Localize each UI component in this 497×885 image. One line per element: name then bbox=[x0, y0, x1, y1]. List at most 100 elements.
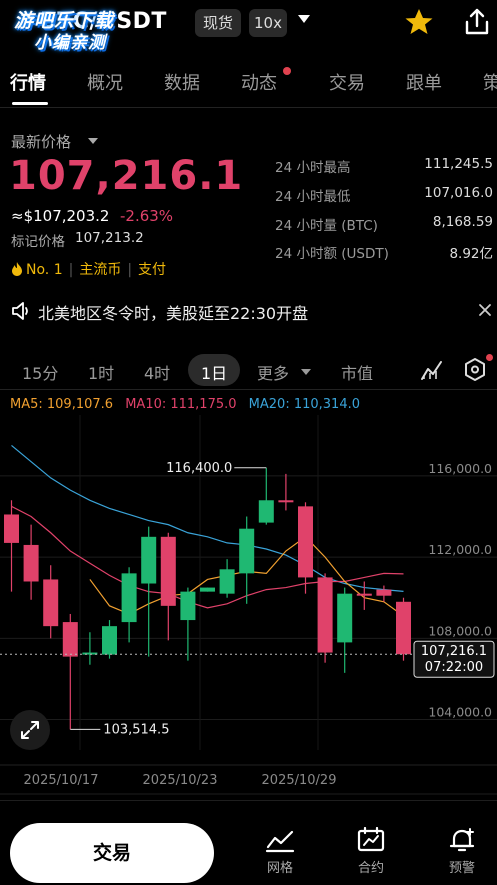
current-time-label: 07:22:00 bbox=[425, 660, 483, 675]
mark-price-label: 标记价格 bbox=[11, 234, 65, 250]
x-tick-label: 2025/10/17 bbox=[24, 773, 99, 788]
stat-volume-value: 8,168.59 bbox=[432, 214, 493, 230]
interval-bar: 15分 1时 4时 1日 更多 市值 bbox=[0, 350, 497, 390]
watermark: 游吧乐下载 小编亲测 bbox=[14, 10, 114, 54]
market-cap-toggle[interactable]: 市值 bbox=[341, 360, 373, 384]
fire-icon bbox=[12, 262, 22, 276]
bottom-action-bar: 交易 网格 合约 预警 bbox=[0, 800, 497, 885]
futures-icon bbox=[357, 827, 385, 852]
watermark-line2: 小编亲测 bbox=[34, 33, 106, 53]
candle-body bbox=[4, 514, 19, 543]
grid-strategy-icon bbox=[265, 830, 295, 853]
candle-body bbox=[376, 589, 392, 596]
tab-strategy[interactable]: 策 bbox=[483, 69, 497, 95]
tab-trade[interactable]: 交易 bbox=[329, 69, 365, 95]
candle-body bbox=[239, 528, 255, 574]
price-alert-label: 预警 bbox=[448, 861, 475, 876]
active-tab-indicator bbox=[12, 102, 48, 105]
candle-body bbox=[337, 593, 353, 643]
chart-settings-icon[interactable] bbox=[463, 357, 487, 383]
y-tick-label: 104,000.0 bbox=[428, 705, 492, 720]
candle-body bbox=[43, 579, 59, 627]
mark-price: 107,213.2 bbox=[75, 230, 144, 246]
settings-notification-dot bbox=[486, 354, 493, 361]
close-icon[interactable] bbox=[478, 303, 492, 317]
y-tick-label: 116,000.0 bbox=[428, 461, 492, 476]
main-tabs: 行情 概况 数据 动态 交易 跟单 策 bbox=[0, 58, 497, 108]
tab-overview[interactable]: 概况 bbox=[87, 69, 123, 95]
interval-15m[interactable]: 15分 bbox=[22, 360, 58, 384]
stat-low-label: 24 小时最低 bbox=[275, 189, 351, 205]
price-summary: 最新价格 107,216.1 ≈$107,203.2 -2.63% 标记价格 1… bbox=[0, 125, 497, 285]
market-type-badge[interactable]: 现货 bbox=[195, 9, 241, 37]
candle-body bbox=[121, 573, 137, 623]
stat-turnover-label: 24 小时额 (USDT) bbox=[275, 246, 389, 262]
star-icon[interactable] bbox=[404, 7, 434, 37]
candle-body bbox=[298, 506, 313, 578]
latest-price-label[interactable]: 最新价格 bbox=[11, 131, 71, 152]
alert-bell-icon bbox=[449, 828, 475, 852]
candlestick-chart[interactable]: 116,000.0 112,000.0 108,000.0 104,000.0 116,… bbox=[0, 415, 497, 795]
candle-body bbox=[258, 500, 274, 523]
high-marker-label: 116,400.0 bbox=[166, 461, 232, 476]
latest-price-dropdown-icon[interactable] bbox=[88, 138, 98, 144]
ma10-label: MA10: 111,175.0 bbox=[125, 397, 237, 412]
interval-1h[interactable]: 1时 bbox=[88, 360, 114, 384]
coin-badges: No. 1 | 主流币 | 支付 bbox=[11, 259, 166, 279]
change-percent: -2.63% bbox=[120, 207, 174, 225]
share-icon[interactable] bbox=[462, 7, 492, 37]
candle-body bbox=[356, 593, 372, 596]
ma20-label: MA20: 110,314.0 bbox=[248, 397, 360, 412]
x-tick-label: 2025/10/23 bbox=[143, 773, 218, 788]
tab-data[interactable]: 数据 bbox=[164, 69, 200, 95]
futures-button[interactable]: 合约 bbox=[341, 827, 401, 876]
candle-body bbox=[219, 569, 235, 594]
notice-banner[interactable]: 北美地区冬令时，美股延至22:30开盘 bbox=[0, 297, 497, 327]
interval-1d[interactable]: 1日 bbox=[201, 360, 227, 384]
futures-label: 合约 bbox=[357, 861, 384, 876]
leverage-badge[interactable]: 10x bbox=[249, 9, 287, 37]
low-marker-label: 103,514.5 bbox=[103, 722, 169, 737]
last-price: 107,216.1 bbox=[9, 153, 244, 199]
candle-body bbox=[180, 591, 196, 621]
tab-feed[interactable]: 动态 bbox=[241, 69, 277, 95]
candle-body bbox=[102, 626, 117, 655]
stat-low-value: 107,016.0 bbox=[424, 185, 493, 201]
header: BTC/USDT 游吧乐下载 小编亲测 现货 10x bbox=[0, 0, 497, 53]
candle-body bbox=[23, 544, 39, 582]
stat-volume-label: 24 小时量 (BTC) bbox=[275, 218, 378, 234]
payment-badge[interactable]: 支付 bbox=[138, 262, 166, 278]
grid-strategy-button[interactable]: 网格 bbox=[250, 827, 310, 876]
indicator-icon[interactable] bbox=[420, 359, 444, 381]
trade-button[interactable]: 交易 bbox=[10, 823, 214, 883]
stat-high-value: 111,245.5 bbox=[424, 156, 493, 172]
stat-high-label: 24 小时最高 bbox=[275, 160, 351, 176]
current-price-label: 107,216.1 bbox=[421, 644, 487, 659]
y-tick-label: 108,000.0 bbox=[428, 623, 492, 638]
candle-body bbox=[62, 622, 78, 657]
watermark-line1: 游吧乐下载 bbox=[14, 10, 115, 32]
candle-body bbox=[141, 536, 157, 584]
candle-body bbox=[200, 587, 215, 592]
expand-icon bbox=[21, 721, 39, 739]
fullscreen-button[interactable] bbox=[10, 710, 50, 750]
notice-text: 北美地区冬令时，美股延至22:30开盘 bbox=[38, 304, 309, 323]
rank-badge[interactable]: No. 1 bbox=[26, 262, 63, 278]
candle-body bbox=[317, 577, 333, 653]
mainstream-badge[interactable]: 主流币 bbox=[79, 262, 121, 278]
x-tick-label: 2025/10/29 bbox=[262, 773, 337, 788]
ma-legend: MA5: 109,107.6 MA10: 111,175.0 MA20: 110… bbox=[10, 397, 368, 412]
speaker-icon bbox=[12, 302, 28, 320]
interval-4h[interactable]: 4时 bbox=[144, 360, 170, 384]
grid-strategy-label: 网格 bbox=[266, 861, 293, 876]
tab-quotes[interactable]: 行情 bbox=[10, 69, 46, 95]
ma5-label: MA5: 109,107.6 bbox=[10, 397, 114, 412]
more-dropdown-icon[interactable] bbox=[301, 369, 311, 375]
pair-dropdown-icon[interactable] bbox=[298, 15, 310, 23]
price-alert-button[interactable]: 预警 bbox=[432, 827, 492, 876]
interval-more[interactable]: 更多 bbox=[257, 360, 289, 384]
tab-copy-trading[interactable]: 跟单 bbox=[406, 69, 442, 95]
y-tick-label: 112,000.0 bbox=[428, 542, 492, 557]
candle-body bbox=[396, 601, 411, 655]
usd-price: ≈$107,203.2 bbox=[11, 207, 110, 225]
